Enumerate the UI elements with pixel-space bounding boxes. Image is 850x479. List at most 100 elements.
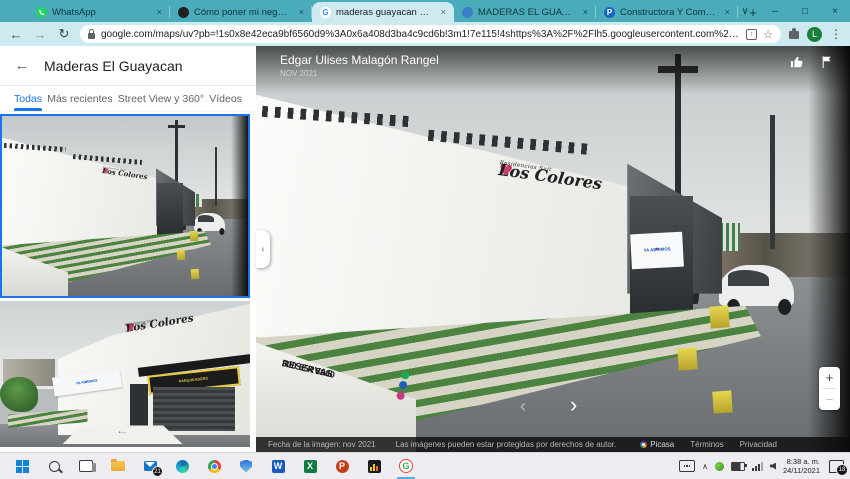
network-icon[interactable] <box>752 462 763 471</box>
chrome-button[interactable] <box>198 453 230 479</box>
zoom-in-button[interactable]: + <box>826 367 834 388</box>
address-bar[interactable]: google.com/maps/uv?pb=!1s0x8e42eca9bf656… <box>80 25 781 43</box>
back-icon[interactable]: ← <box>8 27 24 42</box>
dark-site-icon <box>178 7 189 18</box>
tab-constructora[interactable]: P Constructora Y Comercializa × <box>596 2 738 22</box>
photo-actions <box>790 55 834 74</box>
close-button[interactable]: × <box>820 0 850 22</box>
reload-icon[interactable]: ↻ <box>56 26 72 42</box>
url-text[interactable]: google.com/maps/uv?pb=!1s0x8e42eca9bf656… <box>101 29 740 40</box>
folder-icon <box>111 461 125 471</box>
terms-link[interactable]: Términos <box>690 440 723 449</box>
tab-close-icon[interactable]: × <box>581 7 590 17</box>
clock-time: 8:38 a. m. <box>787 457 820 466</box>
photo-filter-tabs: Todas Más recientes Street View y 360° V… <box>0 86 256 112</box>
thumbnail-photo: ♥Los ColoresResidencias Suit PARQUEADERO… <box>0 301 250 447</box>
volume-icon[interactable] <box>770 463 776 470</box>
tab-maderas-guayacan-active[interactable]: G maderas guayacan barranca × <box>312 2 454 22</box>
task-view-icon <box>79 460 93 472</box>
tab-whatsapp[interactable]: WhatsApp × <box>28 2 170 22</box>
share-icon[interactable]: ↑ <box>746 29 757 40</box>
defender-button[interactable] <box>230 453 262 479</box>
tab-street-view[interactable]: Street View y 360° <box>118 86 204 111</box>
task-view-button[interactable] <box>70 453 102 479</box>
tray-expand-icon[interactable]: ∧ <box>702 462 708 471</box>
edge-button[interactable] <box>166 453 198 479</box>
search-icon <box>49 461 60 472</box>
tab-close-icon[interactable]: × <box>297 7 306 17</box>
picasa-attribution[interactable]: Picasa <box>640 440 674 449</box>
parked-car <box>719 265 793 306</box>
photo-thumbnail-selected[interactable]: ♥Los ColoresResidencias Suit <box>0 114 250 298</box>
notification-badge: 18 <box>836 464 848 476</box>
back-arrow-icon[interactable]: ← <box>0 57 44 74</box>
tab-todas[interactable]: Todas <box>14 86 42 111</box>
google-chrome-active-button[interactable]: G <box>390 453 422 479</box>
tab-videos[interactable]: Vídeos <box>209 86 242 111</box>
photo-thumbnail[interactable]: ♥Los ColoresResidencias Suit PARQUEADERO… <box>0 301 250 447</box>
powerbi-button[interactable] <box>358 453 390 479</box>
lock-icon <box>88 33 95 39</box>
sidebar-header: ← Maderas El Guayacan <box>0 46 256 86</box>
edge-icon <box>176 460 189 473</box>
tab-close-icon[interactable]: × <box>155 7 164 17</box>
forward-icon[interactable]: → <box>32 27 48 42</box>
photo-footer: Fecha de la imagen: nov 2021 Las imágene… <box>256 437 850 452</box>
browser-toolbar: ← → ↻ google.com/maps/uv?pb=!1s0x8e42eca… <box>0 22 850 46</box>
tab-strip: WhatsApp × Cómo poner mi negocio en × G … <box>0 0 850 22</box>
mail-button[interactable]: 21 <box>134 453 166 479</box>
previous-photo-arrow[interactable]: ‹ <box>520 396 526 417</box>
antivirus-tray-icon[interactable] <box>715 462 724 471</box>
like-button[interactable] <box>790 55 804 74</box>
powerpoint-button[interactable]: P <box>326 453 358 479</box>
report-flag-button[interactable] <box>820 55 834 74</box>
tab-label: MADERAS EL GUAYACAN - R <box>478 7 576 18</box>
tab-como-poner[interactable]: Cómo poner mi negocio en × <box>170 2 312 22</box>
google-app-icon: G <box>399 459 413 473</box>
profile-avatar[interactable]: L <box>807 27 822 42</box>
photo-date: NOV 2021 <box>280 69 317 78</box>
tab-close-icon[interactable]: × <box>439 7 448 17</box>
picasa-icon <box>640 441 647 448</box>
start-button[interactable] <box>6 453 38 479</box>
sidebar-collapse-button[interactable]: ‹ <box>256 230 270 268</box>
taskbar-clock[interactable]: 8:38 a. m. 24/11/2021 <box>783 457 820 476</box>
next-photo-arrow[interactable]: › <box>570 392 577 418</box>
privacy-link[interactable]: Privacidad <box>740 440 777 449</box>
tab-mas-recientes[interactable]: Más recientes <box>47 86 112 111</box>
minimize-button[interactable]: – <box>760 0 790 22</box>
tab-search-chevron-icon[interactable]: ∨ <box>730 0 760 22</box>
facebook-icon <box>398 380 408 390</box>
clock-date: 24/11/2021 <box>783 466 820 475</box>
file-explorer-button[interactable] <box>102 453 134 479</box>
notification-center-icon[interactable]: 18 <box>829 460 844 473</box>
powerpoint-icon: P <box>336 460 349 473</box>
tab-maderas-el-guayacan[interactable]: MADERAS EL GUAYACAN - R × <box>454 2 596 22</box>
taskbar-apps: 21 W X P G <box>6 453 422 479</box>
blue-p-icon: P <box>604 7 615 18</box>
tab-label: maderas guayacan barranca <box>336 7 434 18</box>
maximize-button[interactable]: □ <box>790 0 820 22</box>
powerbi-icon <box>368 460 381 473</box>
word-button[interactable]: W <box>262 453 294 479</box>
chrome-icon <box>208 460 221 473</box>
whatsapp-icon <box>400 370 410 380</box>
touch-keyboard-icon[interactable] <box>679 460 695 472</box>
tab-label: Cómo poner mi negocio en <box>194 7 292 18</box>
bookmark-star-icon[interactable]: ☆ <box>763 28 773 41</box>
battery-icon[interactable] <box>731 462 745 471</box>
zoom-out-button[interactable]: − <box>826 389 834 410</box>
extensions-icon[interactable] <box>789 31 799 39</box>
windows-taskbar: 21 W X P G ∧ 8:38 a. m. 24/11/2021 18 <box>0 452 850 479</box>
ya-abrimos-banner: ♥YA ABRIMOS <box>631 231 685 268</box>
word-icon: W <box>272 460 285 473</box>
browser-window: WhatsApp × Cómo poner mi negocio en × G … <box>0 0 850 478</box>
excel-icon: X <box>304 460 317 473</box>
blue-site-icon <box>462 7 473 18</box>
image-date-label: Fecha de la imagen: nov 2021 <box>268 440 376 449</box>
photo-author[interactable]: Edgar Ulises Malagón Rangel <box>280 53 439 67</box>
browser-menu-icon[interactable]: ⋮ <box>830 27 842 41</box>
excel-button[interactable]: X <box>294 453 326 479</box>
search-button[interactable] <box>38 453 70 479</box>
thumbnail-photo: ♥Los ColoresResidencias Suit <box>2 116 248 296</box>
